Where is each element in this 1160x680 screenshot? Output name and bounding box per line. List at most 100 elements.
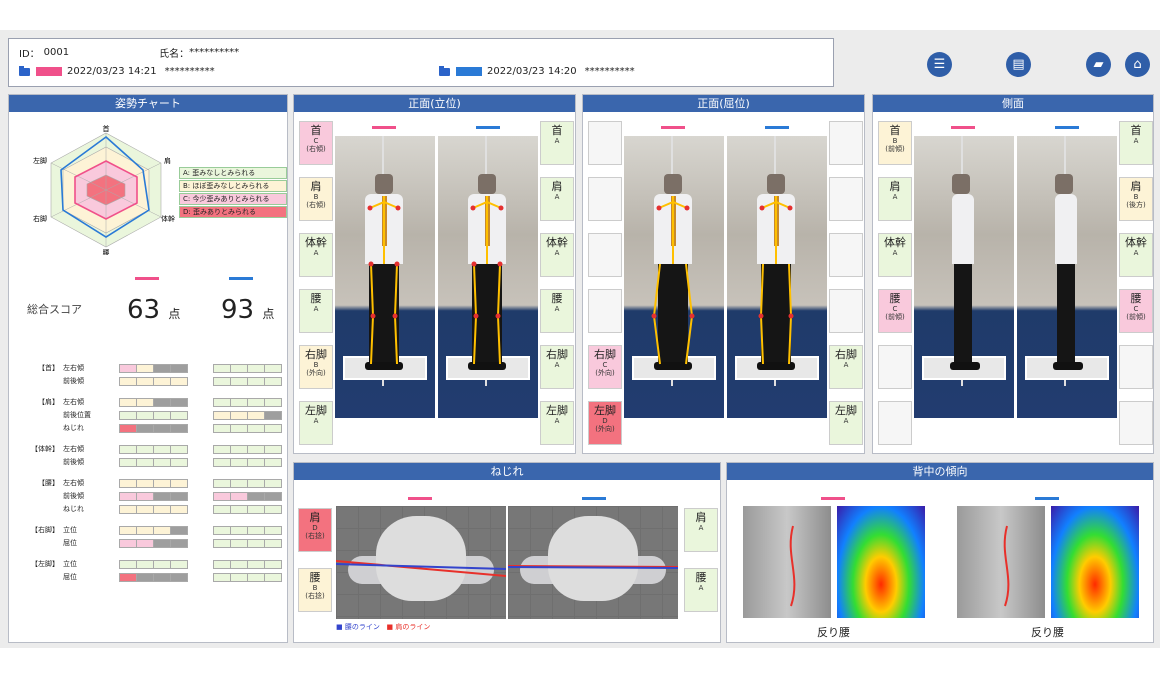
- grade-card-grade: A: [313, 249, 319, 257]
- grade-bar-cells: [119, 364, 188, 373]
- grade-card[interactable]: 肩A: [684, 508, 718, 552]
- folder-icon[interactable]: ▰: [1086, 52, 1111, 77]
- grade-card-grade: A: [698, 584, 704, 592]
- report-icon[interactable]: ☰: [927, 52, 952, 77]
- grade-bar-category: 【体幹】: [31, 445, 59, 453]
- grade-card[interactable]: 体幹 A: [878, 233, 912, 277]
- grade-card-label: 肩: [695, 511, 707, 524]
- grade-card-label: 首: [1130, 124, 1142, 137]
- grade-bar-item: 前後位置: [63, 411, 91, 419]
- grade-card[interactable]: 体幹 A: [299, 233, 333, 277]
- grade-card[interactable]: 腰A: [540, 289, 574, 333]
- grade-card[interactable]: 右脚 B (外向): [299, 345, 333, 389]
- grade-card-label: 首: [310, 124, 322, 137]
- home-icon[interactable]: ⌂: [1125, 52, 1150, 77]
- grade-card[interactable]: 右脚 A: [540, 345, 574, 389]
- grade-bar-row: 屈位: [17, 572, 293, 583]
- grade-card-grade: B: [312, 584, 318, 592]
- grade-card[interactable]: 肩A: [878, 177, 912, 221]
- grade-card[interactable]: 肩A: [540, 177, 574, 221]
- grade-bar-cells: [119, 479, 188, 488]
- grade-card[interactable]: 肩 B (後方): [1119, 177, 1153, 221]
- folder-icon[interactable]: [439, 65, 450, 76]
- grade-card-grade: A: [554, 361, 560, 369]
- grade-card[interactable]: 体幹 A: [540, 233, 574, 277]
- grade-card[interactable]: 右脚 C (外向): [588, 345, 622, 389]
- session-a-date: 2022/03/23 14:21: [67, 66, 157, 77]
- grade-bar-cells: [213, 573, 282, 582]
- grade-bar-cells: [119, 526, 188, 535]
- grade-bar-cells: [119, 560, 188, 569]
- front-standing-panel: 正面(立位) 首 C (右傾) 肩 B (右傾) 体幹 A 腰 A 右脚 B (外向) 左脚 A 首 A 肩 A 体幹…: [293, 94, 576, 454]
- radar-axis-label: 右脚: [33, 214, 47, 223]
- waist-line-legend: ■ 腰のライン: [336, 623, 380, 631]
- print-icon[interactable]: ▤: [1006, 52, 1031, 77]
- grade-bar-row: 【右脚】 立位: [17, 525, 293, 536]
- grade-card[interactable]: 首 C (右傾): [299, 121, 333, 165]
- grade-card-note: (右傾): [306, 145, 326, 153]
- grade-card[interactable]: 肩 D (右捻): [298, 508, 332, 552]
- grade-card-label: 肩: [889, 180, 901, 193]
- empty-grade-slot: [588, 177, 622, 221]
- grade-card-label: 腰: [551, 292, 563, 305]
- grade-card-label: 腰: [1130, 292, 1142, 305]
- front-standing-photo-b: [438, 136, 538, 418]
- grade-card-grade: A: [313, 417, 319, 425]
- grade-bar-category: 【首】: [38, 364, 59, 372]
- grade-card-label: 首: [889, 124, 901, 137]
- front-standing-title: 正面(立位): [294, 95, 575, 112]
- grade-bar-item: 立位: [63, 560, 77, 568]
- legend-a: A: 歪みなしとみられる: [179, 167, 287, 179]
- twist-view-a: [336, 506, 506, 619]
- grade-card[interactable]: 首A: [540, 121, 574, 165]
- session-a-marker: [951, 126, 975, 129]
- grade-card[interactable]: 左脚 A: [299, 401, 333, 445]
- grade-card[interactable]: 腰 C (前傾): [878, 289, 912, 333]
- empty-grade-slot: [829, 121, 863, 165]
- grade-card[interactable]: 左脚 A: [829, 401, 863, 445]
- grade-card[interactable]: 肩 B (右傾): [299, 177, 333, 221]
- app-window: ID： 0001 氏名： ********** 2022/03/23 14:21…: [0, 30, 1160, 648]
- grade-bar-item: 左右傾: [63, 445, 84, 453]
- empty-grade-slot: [829, 233, 863, 277]
- name-label: 氏名：: [159, 49, 190, 60]
- grade-card[interactable]: 体幹 A: [1119, 233, 1153, 277]
- back-profile-a: [743, 506, 831, 618]
- grade-card[interactable]: 左脚 A: [540, 401, 574, 445]
- grade-legend: A: 歪みなしとみられる B: ほぼ歪みなしとみられる C: 今少歪みありとみら…: [179, 167, 287, 219]
- session-a-marker: [135, 277, 159, 280]
- grade-card-grade: A: [554, 137, 560, 145]
- grade-card[interactable]: 左脚 D (外向): [588, 401, 622, 445]
- grade-bar-category: 【肩】: [38, 398, 59, 406]
- grade-card[interactable]: 腰 B (右捻): [298, 568, 332, 612]
- side-photo-a: [914, 136, 1014, 418]
- back-title: 背中の傾向: [727, 463, 1153, 480]
- grade-card[interactable]: 首 B (前傾): [878, 121, 912, 165]
- grade-card[interactable]: 腰A: [299, 289, 333, 333]
- grade-card-label: 腰: [310, 292, 322, 305]
- front-bending-panel: 正面(屈位) 右脚 C (外向) 左脚 D (外向) 右脚 A 左脚 A: [582, 94, 865, 454]
- grade-card[interactable]: 首A: [1119, 121, 1153, 165]
- front-bending-photo-a: [624, 136, 724, 418]
- id-label: ID：: [19, 49, 40, 60]
- grade-card[interactable]: 腰A: [684, 568, 718, 612]
- session-b-marker: [1035, 497, 1059, 500]
- score-a: 63 点: [127, 295, 181, 325]
- grade-bar-item: 前後傾: [63, 377, 84, 385]
- grade-bar-item: 左右傾: [63, 398, 84, 406]
- legend-b: B: ほぼ歪みなしとみられる: [179, 180, 287, 192]
- twist-title: ねじれ: [294, 463, 720, 480]
- grade-card[interactable]: 腰 C (前傾): [1119, 289, 1153, 333]
- grade-bar-cells: [119, 539, 188, 548]
- score-b: 93 点: [221, 295, 275, 325]
- grade-card-grade: B: [892, 137, 898, 145]
- legend-c: C: 今少歪みありとみられる: [179, 193, 287, 205]
- grade-card-grade: A: [313, 305, 319, 313]
- grade-card-grade: C: [602, 361, 608, 369]
- grade-bar-cells: [119, 377, 188, 386]
- grade-bar-item: 左右傾: [63, 364, 84, 372]
- grade-card[interactable]: 右脚 A: [829, 345, 863, 389]
- grade-card-grade: B: [1133, 193, 1139, 201]
- empty-grade-slot: [1119, 401, 1153, 445]
- folder-icon[interactable]: [19, 65, 30, 76]
